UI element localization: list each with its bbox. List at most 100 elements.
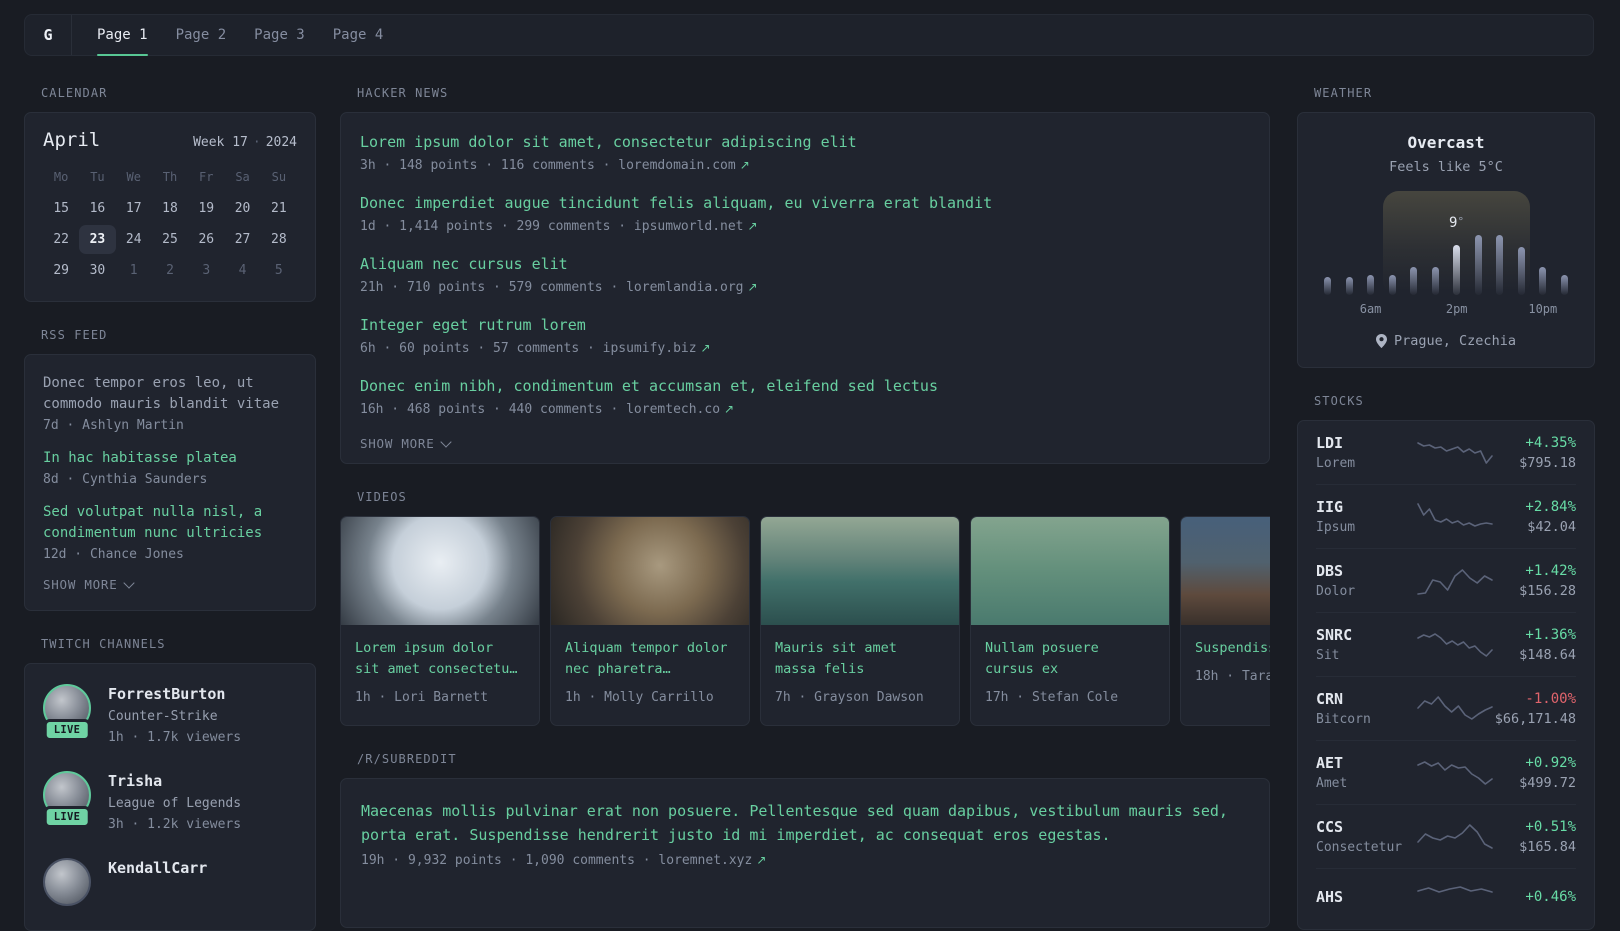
twitch-channel-name[interactable]: Trisha	[108, 771, 241, 791]
calendar-day: 29	[53, 263, 69, 278]
video-meta: 18h · Tara	[1195, 669, 1270, 684]
stocks-section-title: STOCKS	[1314, 394, 1364, 408]
calendar-month: April	[43, 129, 101, 151]
video-thumbnail[interactable]	[341, 517, 539, 625]
current-temperature: 9°	[1449, 215, 1464, 231]
stock-row[interactable]: SNRC Sit +1.36% $148.64	[1316, 613, 1576, 677]
hn-show-more-button[interactable]: SHOW MORE	[360, 435, 1250, 451]
stock-name: Amet	[1316, 776, 1348, 791]
calendar-day: 24	[125, 232, 142, 247]
stock-symbol[interactable]: DBS	[1316, 562, 1416, 580]
rss-item-title[interactable]: In hac habitasse platea	[43, 448, 297, 469]
calendar-day: 17	[125, 201, 142, 216]
stock-row[interactable]: AET Amet +0.92% $499.72	[1316, 741, 1576, 805]
video-thumbnail[interactable]	[551, 517, 749, 625]
external-link-icon[interactable]: ↗	[748, 219, 758, 233]
hn-item-meta: 1d · 1,414 points · 299 comments · ipsum…	[360, 219, 1250, 234]
rss-item-title[interactable]: Sed volutpat nulla nisl, a condimentum n…	[43, 502, 297, 544]
stock-symbol[interactable]: AHS	[1316, 888, 1416, 906]
external-link-icon[interactable]: ↗	[701, 341, 711, 355]
hn-item-meta: 3h · 148 points · 116 comments · loremdo…	[360, 158, 1250, 173]
external-link-icon[interactable]: ↗	[756, 853, 766, 867]
chevron-down-icon	[440, 435, 453, 448]
hn-item-title[interactable]: Donec enim nibh, condimentum et accumsan…	[360, 375, 1250, 397]
hacker-news-card: Lorem ipsum dolor sit amet, consectetur …	[340, 112, 1270, 464]
stock-price: $156.28	[1519, 582, 1576, 599]
external-link-icon[interactable]: ↗	[748, 280, 758, 294]
video-card[interactable]: Aliquam tempor dolor nec pharetra… 1h · …	[550, 516, 750, 726]
stock-change: +1.36%	[1525, 626, 1576, 643]
stock-row[interactable]: AHS +0.46%	[1316, 869, 1576, 929]
twitch-avatar-wrap: LIVE	[43, 858, 91, 906]
stock-row[interactable]: LDI Lorem +4.35% $795.18	[1316, 421, 1576, 485]
rss-item[interactable]: Donec tempor eros leo, ut commodo mauris…	[43, 373, 297, 433]
stock-symbol[interactable]: AET	[1316, 754, 1416, 772]
twitch-channel-row[interactable]: LIVE Trisha League of Legends 3h · 1.2k …	[43, 771, 297, 834]
hn-meta-text: 16h · 468 points · 440 comments · loremt…	[360, 402, 721, 417]
stock-symbol[interactable]: CRN	[1316, 690, 1416, 708]
video-title[interactable]: Suspendisse diam	[1181, 625, 1270, 659]
video-thumbnail[interactable]	[1181, 517, 1270, 625]
rss-show-more-button[interactable]: SHOW MORE	[43, 576, 297, 592]
stock-symbol[interactable]: CCS	[1316, 818, 1416, 836]
video-thumbnail[interactable]	[761, 517, 959, 625]
video-card[interactable]: Mauris sit amet massa felis 7h · Grayson…	[760, 516, 960, 726]
rss-item[interactable]: Sed volutpat nulla nisl, a condimentum n…	[43, 502, 297, 562]
hn-item-title[interactable]: Donec imperdiet augue tincidunt felis al…	[360, 192, 1250, 214]
twitch-channel-row[interactable]: LIVE KendallCarr	[43, 858, 297, 906]
tab-page-3[interactable]: Page 3	[254, 15, 305, 55]
calendar-grid: Mo Tu We Th Fr Sa Su 15 16 17 18 19 20 2…	[43, 165, 297, 285]
stock-price: $795.18	[1519, 454, 1576, 471]
video-title[interactable]: Mauris sit amet massa felis	[761, 625, 959, 680]
calendar-section-title: CALENDAR	[41, 86, 108, 100]
tab-page-2[interactable]: Page 2	[176, 15, 227, 55]
stock-row[interactable]: CCS Consectetur +0.51% $165.84	[1316, 805, 1576, 869]
video-card[interactable]: Lorem ipsum dolor sit amet consectetu… 1…	[340, 516, 540, 726]
stock-symbol[interactable]: IIG	[1316, 498, 1416, 516]
hn-item-meta: 21h · 710 points · 579 comments · loreml…	[360, 280, 1250, 295]
topbar-divider	[71, 15, 72, 55]
external-link-icon[interactable]: ↗	[724, 402, 734, 416]
twitch-channel-name[interactable]: ForrestBurton	[108, 684, 241, 704]
hn-item-title[interactable]: Aliquam nec cursus elit	[360, 253, 1250, 275]
hn-meta-text: 3h · 148 points · 116 comments · loremdo…	[360, 158, 736, 173]
video-title[interactable]: Lorem ipsum dolor sit amet consectetu…	[341, 625, 539, 680]
rss-item-title[interactable]: Donec tempor eros leo, ut commodo mauris…	[43, 373, 297, 415]
stock-row[interactable]: IIG Ipsum +2.84% $42.04	[1316, 485, 1576, 549]
show-more-label: SHOW MORE	[43, 577, 118, 592]
stock-row[interactable]: CRN Bitcorn -1.00% $66,171.48	[1316, 677, 1576, 741]
rss-item[interactable]: In hac habitasse platea 8d · Cynthia Sau…	[43, 448, 297, 487]
stock-row[interactable]: DBS Dolor +1.42% $156.28	[1316, 549, 1576, 613]
stock-symbol[interactable]: SNRC	[1316, 626, 1416, 644]
stock-symbol[interactable]: LDI	[1316, 434, 1416, 452]
twitch-channel-row[interactable]: LIVE ForrestBurton Counter-Strike 1h · 1…	[43, 684, 297, 747]
calendar-day: 22	[53, 232, 69, 247]
twitch-channel-name[interactable]: KendallCarr	[108, 858, 207, 878]
dot-separator: ·	[252, 135, 261, 150]
left-column: CALENDAR April Week 17 · 2024 Mo Tu We Th …	[24, 70, 316, 931]
video-meta: 17h · Stefan Cole	[985, 690, 1119, 705]
twitch-channels-card: LIVE ForrestBurton Counter-Strike 1h · 1…	[24, 663, 316, 931]
twitch-section-title: TWITCH CHANNELS	[41, 637, 166, 651]
live-badge: LIVE	[43, 806, 91, 828]
video-card[interactable]: Nullam posuere cursus ex 17h · Stefan Co…	[970, 516, 1170, 726]
weather-bars	[1320, 191, 1572, 295]
tab-page-4[interactable]: Page 4	[333, 15, 384, 55]
video-thumbnail[interactable]	[971, 517, 1169, 625]
video-title[interactable]: Aliquam tempor dolor nec pharetra…	[551, 625, 749, 680]
weekday-label: Su	[271, 170, 287, 184]
hn-item-title[interactable]: Integer eget rutrum lorem	[360, 314, 1250, 336]
stock-name: Ipsum	[1316, 520, 1356, 535]
hn-item-title[interactable]: Lorem ipsum dolor sit amet, consectetur …	[360, 131, 1250, 153]
tab-page-1[interactable]: Page 1	[97, 15, 148, 56]
subreddit-post-title[interactable]: Maecenas mollis pulvinar erat non posuer…	[361, 799, 1249, 847]
hackernews-section-title: HACKER NEWS	[357, 86, 449, 100]
calendar-day: 25	[162, 232, 178, 247]
video-title[interactable]: Nullam posuere cursus ex	[971, 625, 1169, 680]
video-card[interactable]: Suspendisse diam 18h · Tara	[1180, 516, 1270, 726]
external-link-icon[interactable]: ↗	[740, 158, 750, 172]
weekday-label: Mo	[53, 170, 69, 184]
calendar-day: 5	[274, 263, 283, 278]
calendar-day: 26	[198, 232, 215, 247]
weekday-label: We	[126, 170, 141, 184]
